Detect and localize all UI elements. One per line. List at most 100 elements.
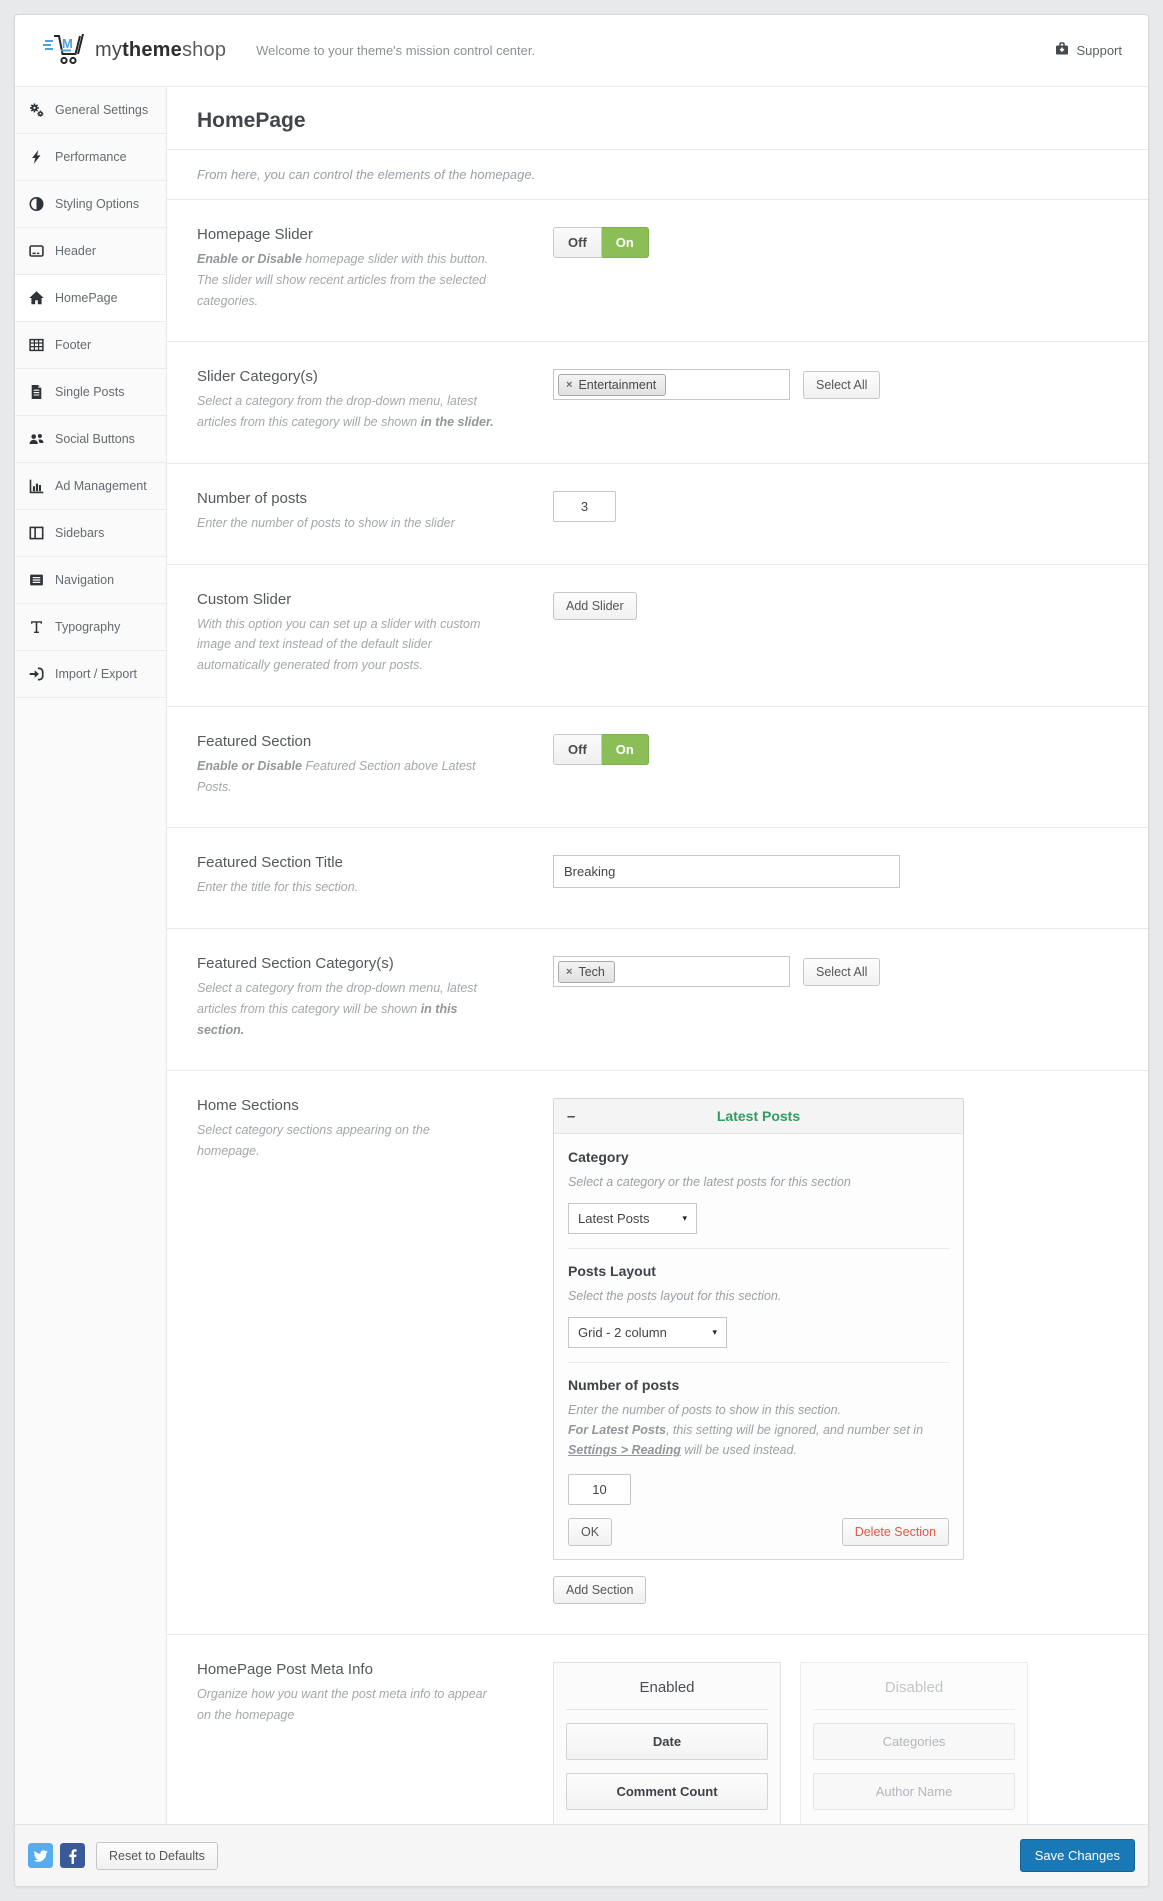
row-featured-categories: Featured Section Category(s) Select a ca… [167,929,1148,1071]
save-changes-button[interactable]: Save Changes [1020,1839,1135,1872]
setting-description: Enter the title for this section. [197,877,495,898]
sidebar-item-label: Sidebars [55,526,104,540]
sidebar-item-typography[interactable]: Typography [15,604,166,651]
row-label: Custom Slider With this option you can s… [197,591,553,676]
settings-reading-link[interactable]: Settings > Reading [568,1443,681,1457]
reset-defaults-button[interactable]: Reset to Defaults [96,1842,218,1870]
sidebar-item-single-posts[interactable]: Single Posts [15,369,166,416]
toggle-on-button[interactable]: On [602,227,649,258]
row-slider-categories: Slider Category(s) Select a category fro… [167,342,1148,464]
ok-button[interactable]: OK [568,1518,612,1546]
toggle-off-button[interactable]: Off [553,227,602,258]
panel-field-label: Posts Layout [568,1263,949,1279]
add-section-button[interactable]: Add Section [553,1576,646,1604]
setting-label: Number of posts [197,490,495,507]
posts-count-input[interactable] [553,491,616,522]
featured-title-input[interactable] [553,855,900,888]
remove-tag-icon[interactable]: × [566,966,572,978]
setting-label: Custom Slider [197,591,495,608]
setting-label: Slider Category(s) [197,368,495,385]
brand-name: mythemeshop [95,39,226,62]
remove-tag-icon[interactable]: × [566,379,572,391]
category-select[interactable]: Latest Posts▾ [568,1203,697,1234]
meta-item-author-name[interactable]: Author Name [813,1773,1015,1810]
delete-section-button[interactable]: Delete Section [842,1518,949,1546]
settings-card: M mythemeshop Welcome to your theme's mi… [14,14,1149,1887]
sidebar-item-footer[interactable]: Footer [15,322,166,369]
setting-label: Featured Section Title [197,854,495,871]
row-controls: OffOn [553,733,1118,798]
sidebar-item-import-export[interactable]: Import / Export [15,651,166,698]
panel-header[interactable]: Latest Posts – [554,1099,963,1134]
setting-description: Select a category from the drop-down men… [197,978,495,1040]
brand-logo: M mythemeshop [41,29,226,72]
twitter-icon[interactable] [28,1843,53,1868]
import-export-icon [28,666,45,682]
setting-label: HomePage Post Meta Info [197,1661,495,1678]
support-link[interactable]: Support [1054,41,1122,60]
sidebar-item-label: Import / Export [55,667,137,681]
panel-body: Category Select a category or the latest… [554,1134,963,1559]
posts-layout-select[interactable]: Grid - 2 column▾ [568,1317,727,1348]
category-chip[interactable]: ×Entertainment [558,374,666,396]
sidebar-item-label: Header [55,244,96,258]
sidebar-item-social-buttons[interactable]: Social Buttons [15,416,166,463]
category-chip[interactable]: ×Tech [558,961,615,983]
row-controls: Latest Posts – Category Select a categor… [553,1097,1118,1604]
sidebar-item-ad-management[interactable]: Ad Management [15,463,166,510]
select-all-button[interactable]: Select All [803,958,880,986]
contrast-icon [28,196,45,212]
select-all-button[interactable]: Select All [803,371,880,399]
meta-box-title: Disabled [813,1679,1015,1710]
sidebar-item-header[interactable]: Header [15,228,166,275]
meta-item-comment-count[interactable]: Comment Count [566,1773,768,1810]
tagline: Welcome to your theme's mission control … [256,43,535,58]
meta-item-date[interactable]: Date [566,1723,768,1760]
sidebar-item-homepage[interactable]: HomePage [15,275,166,322]
grid-icon [28,337,45,353]
add-slider-button[interactable]: Add Slider [553,592,637,620]
sidebar-item-sidebars[interactable]: Sidebars [15,510,166,557]
row-label: Featured Section Enable or Disable Featu… [197,733,553,798]
row-controls [553,854,1118,898]
sidebar-item-performance[interactable]: Performance [15,134,166,181]
list-icon [28,572,45,588]
sidebar-item-general-settings[interactable]: General Settings [15,87,166,134]
row-featured-section: Featured Section Enable or Disable Featu… [167,707,1148,829]
select-value: Grid - 2 column [578,1325,667,1340]
row-label: Homepage Slider Enable or Disable homepa… [197,226,553,311]
social-links [28,1843,85,1868]
disabled-meta-box: Disabled Categories Author Name [800,1662,1028,1826]
sidebar-item-label: General Settings [55,103,148,117]
toggle-off-button[interactable]: Off [553,734,602,765]
meta-item-categories[interactable]: Categories [813,1723,1015,1760]
section-posts-count-input[interactable] [568,1474,631,1505]
setting-description: Select a category from the drop-down men… [197,391,495,433]
featured-category-input[interactable]: ×Tech [553,956,790,987]
cart-logo-icon: M [41,29,87,72]
latest-posts-panel: Latest Posts – Category Select a categor… [553,1098,964,1560]
setting-label: Home Sections [197,1097,495,1114]
featured-section-toggle: OffOn [553,734,649,765]
panel-field-description: Select a category or the latest posts fo… [568,1172,949,1192]
sidebar-item-label: Styling Options [55,197,139,211]
typography-icon [28,619,45,635]
file-icon [28,384,45,400]
users-icon [28,431,45,447]
collapse-icon[interactable]: – [567,1108,575,1125]
setting-label: Featured Section Category(s) [197,955,495,972]
sidebar-item-label: Social Buttons [55,432,135,446]
toggle-on-button[interactable]: On [602,734,649,765]
panel-group-category: Category Select a category or the latest… [568,1149,949,1234]
page-intro: From here, you can control the elements … [167,150,1148,200]
bolt-icon [28,149,45,165]
chart-icon [28,478,45,494]
facebook-icon[interactable] [60,1843,85,1868]
setting-description: Select category sections appearing on th… [197,1120,495,1162]
slider-category-input[interactable]: ×Entertainment [553,369,790,400]
setting-label: Featured Section [197,733,495,750]
sidebar-item-navigation[interactable]: Navigation [15,557,166,604]
panel-footer: OK Delete Section [568,1518,949,1546]
sidebar-item-styling-options[interactable]: Styling Options [15,181,166,228]
row-controls [553,490,1118,534]
